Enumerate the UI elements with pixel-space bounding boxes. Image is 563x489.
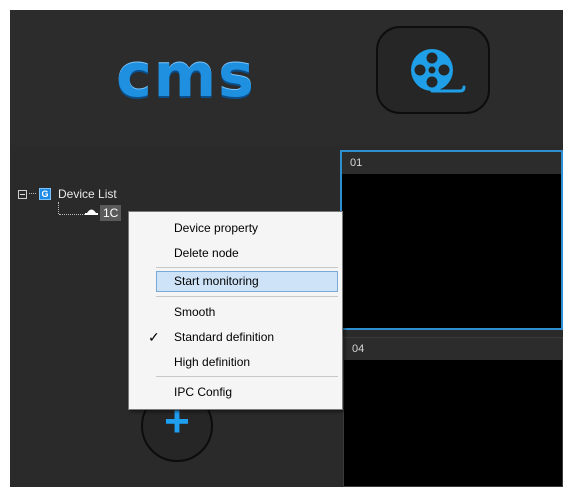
menu-separator xyxy=(156,267,338,268)
film-reel-icon xyxy=(411,49,466,93)
video-cell-title: 04 xyxy=(344,338,562,360)
tree-root-device-list[interactable]: G Device List xyxy=(18,186,117,202)
menu-item-ipc-config[interactable]: IPC Config xyxy=(129,381,342,403)
menu-item-smooth[interactable]: Smooth xyxy=(129,301,342,323)
tree-connector-horizontal xyxy=(59,214,85,216)
cms-app-window: cms G Device List 1C + 01 04 Device prop… xyxy=(10,10,563,487)
tree-device-node[interactable]: 1C xyxy=(100,205,122,221)
device-context-menu: Device property Delete node Start monito… xyxy=(128,211,343,410)
tree-connector xyxy=(29,193,36,195)
menu-item-device-property[interactable]: Device property xyxy=(129,217,342,239)
logo-text: cms xyxy=(116,41,256,111)
video-cell-01[interactable]: 01 xyxy=(340,150,563,330)
cms-logo: cms xyxy=(80,41,292,111)
video-cell-title: 01 xyxy=(342,152,561,174)
menu-item-high-definition[interactable]: High definition xyxy=(129,351,342,373)
menu-separator xyxy=(156,296,338,297)
menu-item-delete-node[interactable]: Delete node xyxy=(129,242,342,264)
video-grid: 01 04 xyxy=(340,145,563,487)
tree-root-label: Device List xyxy=(58,187,117,201)
dome-camera-icon xyxy=(85,209,98,215)
header-bar: cms xyxy=(10,10,563,145)
menu-item-start-monitoring[interactable]: Start monitoring xyxy=(156,271,338,292)
menu-item-standard-definition[interactable]: Standard definition xyxy=(129,326,342,348)
video-cell-04[interactable]: 04 xyxy=(343,337,563,487)
video-monitor-button[interactable] xyxy=(376,26,490,114)
collapse-toggle-icon[interactable] xyxy=(18,189,27,199)
tree-connector-vertical xyxy=(58,202,60,214)
menu-separator xyxy=(156,376,338,377)
device-group-icon: G xyxy=(39,188,51,200)
